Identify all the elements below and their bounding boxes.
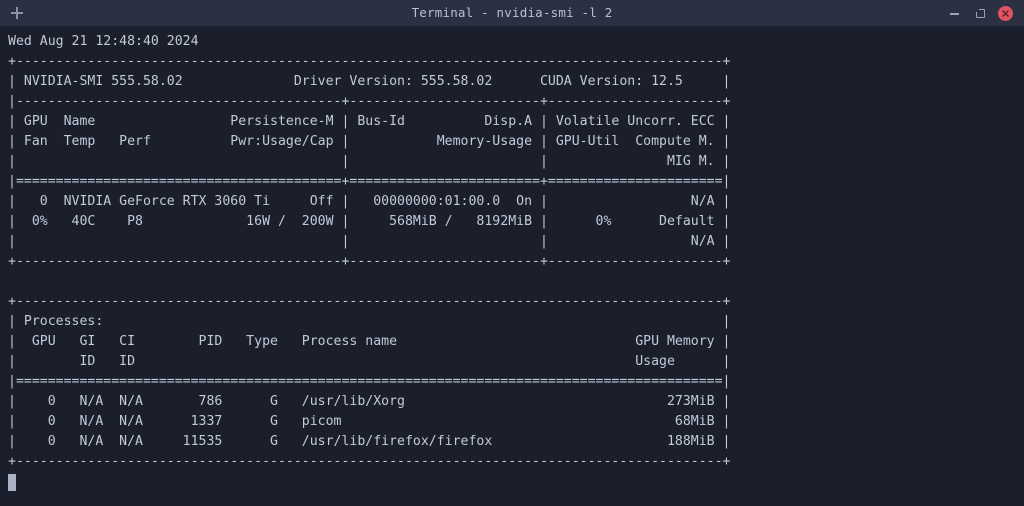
titlebar-left-controls — [0, 6, 24, 20]
minimize-icon[interactable] — [948, 6, 962, 20]
terminal-cursor-line — [8, 472, 1024, 492]
terminal-screen[interactable]: Wed Aug 21 12:48:40 2024 +--------------… — [0, 26, 1024, 506]
close-icon[interactable] — [998, 6, 1013, 21]
window-title: Terminal - nvidia-smi -l 2 — [0, 0, 1024, 26]
maximize-icon[interactable] — [973, 6, 987, 20]
titlebar[interactable]: Terminal - nvidia-smi -l 2 — [0, 0, 1024, 26]
terminal-output: Wed Aug 21 12:48:40 2024 +--------------… — [8, 32, 1024, 472]
plus-icon[interactable] — [10, 6, 24, 20]
text-cursor — [8, 474, 16, 491]
terminal-window: Terminal - nvidia-smi -l 2 Wed Aug 21 12… — [0, 0, 1024, 506]
window-controls — [948, 6, 1024, 21]
